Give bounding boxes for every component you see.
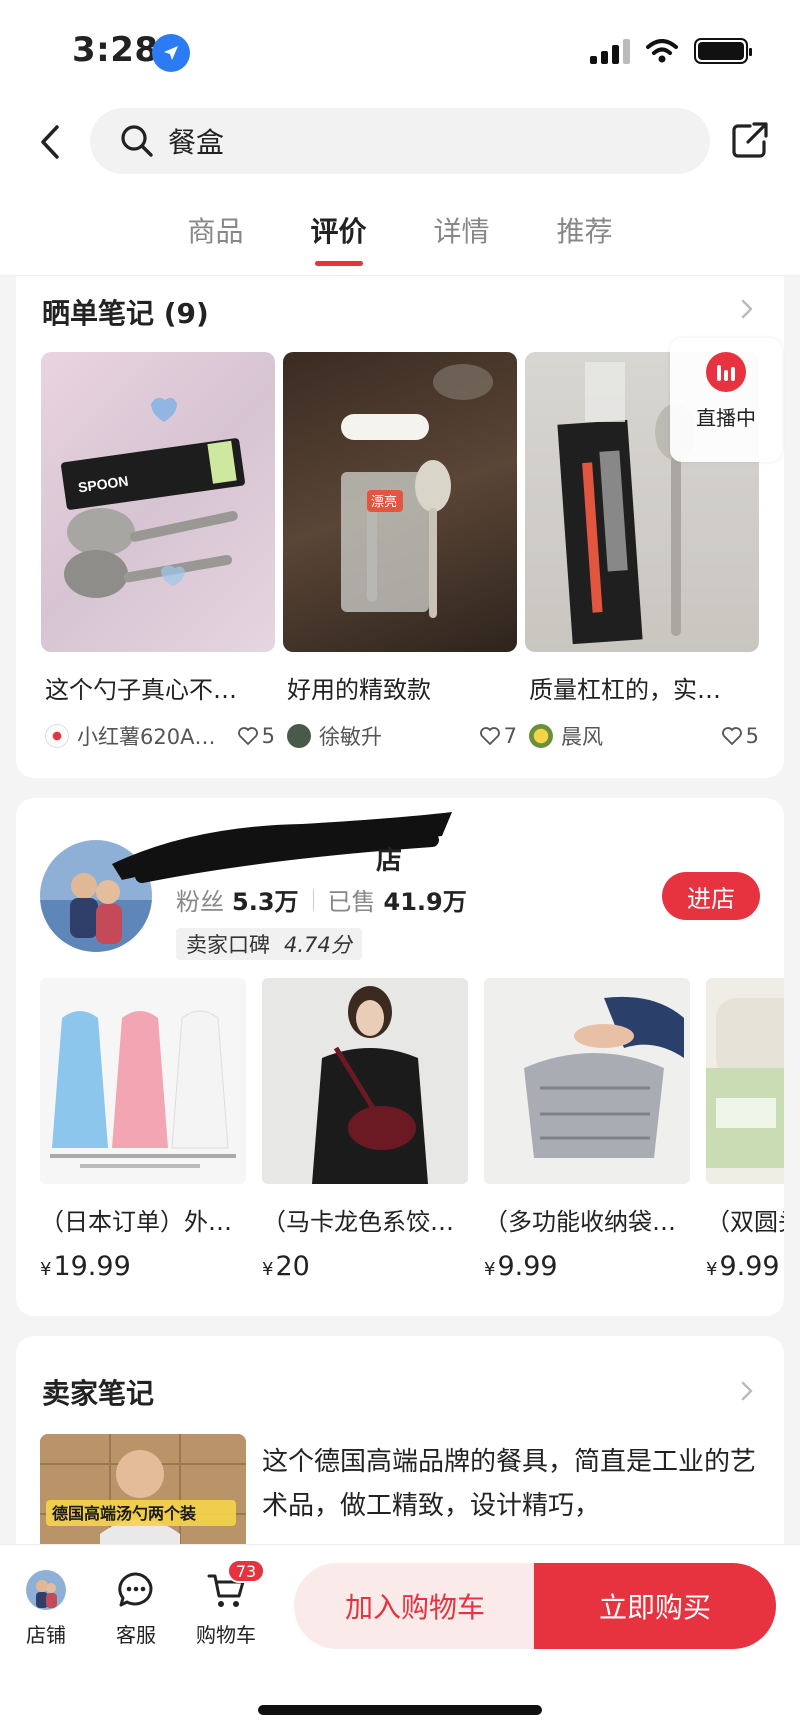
note-item[interactable]: 漂亮 好用的精致款 徐敏升 7 [283, 352, 517, 751]
home-indicator [258, 1705, 542, 1715]
section-tabs: 商品 评价 详情 推荐 [0, 210, 800, 250]
buy-now-button[interactable]: 立即购买 [534, 1563, 776, 1649]
tab-recommend[interactable]: 推荐 [523, 210, 646, 250]
note-meta: 徐敏升 7 [283, 721, 517, 751]
product-price: ¥19.99 [40, 1251, 131, 1282]
note-meta: 小红薯620A… 5 [41, 721, 275, 751]
chat-icon [115, 1569, 157, 1611]
search-bar[interactable]: 餐盒 [90, 108, 710, 174]
like-count[interactable]: 7 [479, 724, 517, 748]
product-price: ¥9.99 [484, 1251, 558, 1282]
product-item[interactable]: （双圆头 ¥9.99 [706, 978, 784, 1282]
chevron-left-icon [41, 125, 59, 159]
back-button[interactable] [30, 118, 70, 166]
status-time: 3:28 [72, 30, 159, 70]
note-username: 徐敏升 [319, 725, 382, 749]
cart-icon: 73 [205, 1559, 265, 1611]
search-query: 餐盒 [168, 126, 225, 159]
note-photo: SPOON [41, 352, 275, 652]
share-icon [732, 122, 768, 158]
note-username: 小红薯620A… [77, 725, 216, 749]
product-item[interactable]: （多功能收纳袋… ¥9.99 [484, 978, 690, 1282]
status-indicators [590, 38, 752, 64]
top-header: 餐盒 商品 评价 详情 推荐 [0, 100, 800, 276]
sold-label: 已售 [327, 888, 376, 916]
heart-icon [479, 727, 500, 746]
cart-tab[interactable]: 73 购物车 [186, 1559, 266, 1648]
status-bar: 3:28 [0, 0, 800, 100]
note-item[interactable]: SPOON 这个勺子真心不… 小红薯620A… 5 [41, 352, 275, 751]
rating-label: 卖家口碑 [186, 933, 270, 957]
note-text: 质量杠杠的，实… [529, 676, 721, 704]
battery-icon [694, 38, 752, 64]
chevron-right-icon[interactable] [736, 298, 758, 320]
like-count[interactable]: 5 [721, 724, 759, 748]
tab-reviews[interactable]: 评价 [277, 210, 400, 250]
avatar [45, 724, 69, 748]
customer-service-tab[interactable]: 客服 [96, 1569, 176, 1648]
add-to-cart-button[interactable]: 加入购物车 [294, 1563, 536, 1649]
tab-goods[interactable]: 商品 [154, 210, 277, 250]
live-icon [706, 352, 746, 392]
live-stream-badge[interactable]: 直播中 [670, 338, 782, 462]
bottom-action-bar: 店铺 客服 73 购物车 加入购物车 立即购买 [0, 1544, 800, 1731]
service-tab-label: 客服 [116, 1623, 156, 1647]
fans-label: 粉丝 [176, 888, 224, 916]
seller-note-text: 这个德国高端品牌的餐具，简直是工业的艺术品，做工精致，设计精巧， [262, 1447, 757, 1521]
product-title: （多功能收纳袋… [484, 1208, 676, 1236]
share-button[interactable] [730, 120, 770, 162]
shop-tab[interactable]: 店铺 [6, 1569, 86, 1648]
seller-notes-title[interactable]: 卖家笔记 [42, 1372, 154, 1412]
notes-title[interactable]: 晒单笔记 (9) [42, 292, 209, 332]
enter-shop-button[interactable]: 进店 [662, 872, 760, 920]
product-price: ¥9.99 [706, 1251, 780, 1282]
fans-value: 5.3万 [232, 888, 299, 916]
product-item[interactable]: （日本订单）外… ¥19.99 [40, 978, 246, 1282]
like-number: 5 [745, 724, 759, 748]
review-notes-card: 晒单笔记 (9) SPOON 这个勺子真心不… 小红薯620A… 5 漂亮 好用… [16, 276, 784, 778]
tab-details[interactable]: 详情 [400, 210, 523, 250]
shop-card: 店 粉丝 5.3万 已售 41.9万 卖家口碑 4.74分 进店 （日本订单）外… [16, 798, 784, 1316]
product-item[interactable]: （马卡龙色系饺… ¥20 [262, 978, 468, 1282]
sold-value: 41.9万 [383, 888, 467, 916]
note-photo: 漂亮 [283, 352, 517, 652]
thumb-caption: 德国高端汤勺两个装 [52, 1504, 196, 1523]
note-meta: 晨风 5 [525, 721, 759, 751]
product-image [262, 978, 468, 1184]
product-title: （日本订单）外… [40, 1208, 232, 1236]
shop-stats: 粉丝 5.3万 已售 41.9万 [176, 882, 467, 917]
product-title: （双圆头 [706, 1208, 784, 1236]
img-tag-label: 漂亮 [371, 494, 397, 510]
note-text: 这个勺子真心不… [45, 676, 237, 704]
product-image [706, 978, 784, 1184]
cellular-signal-icon [590, 38, 630, 64]
wifi-icon [646, 39, 678, 63]
rating-value: 4.74分 [284, 933, 352, 957]
search-icon [121, 125, 153, 157]
like-number: 7 [503, 724, 517, 748]
note-text: 好用的精致款 [287, 676, 431, 704]
shop-tab-label: 店铺 [26, 1623, 66, 1647]
product-image [484, 978, 690, 1184]
like-count[interactable]: 5 [237, 724, 275, 748]
cart-count-badge: 73 [227, 1559, 265, 1583]
live-label: 直播中 [696, 406, 756, 430]
heart-icon [237, 727, 258, 746]
avatar [529, 724, 553, 748]
shop-name[interactable]: 店 [376, 840, 402, 877]
heart-icon [721, 727, 742, 746]
shop-avatar-icon [25, 1569, 67, 1611]
product-title: （马卡龙色系饺… [262, 1208, 454, 1236]
like-number: 5 [261, 724, 275, 748]
product-image [40, 978, 246, 1184]
seller-rating: 卖家口碑 4.74分 [176, 928, 362, 960]
divider [312, 888, 314, 911]
location-arrow-icon [152, 34, 190, 72]
redaction-scribble [112, 812, 452, 883]
cart-tab-label: 购物车 [196, 1623, 256, 1647]
note-username: 晨风 [561, 725, 603, 749]
avatar [287, 724, 311, 748]
chevron-right-icon[interactable] [736, 1380, 758, 1402]
product-price: ¥20 [262, 1251, 310, 1282]
